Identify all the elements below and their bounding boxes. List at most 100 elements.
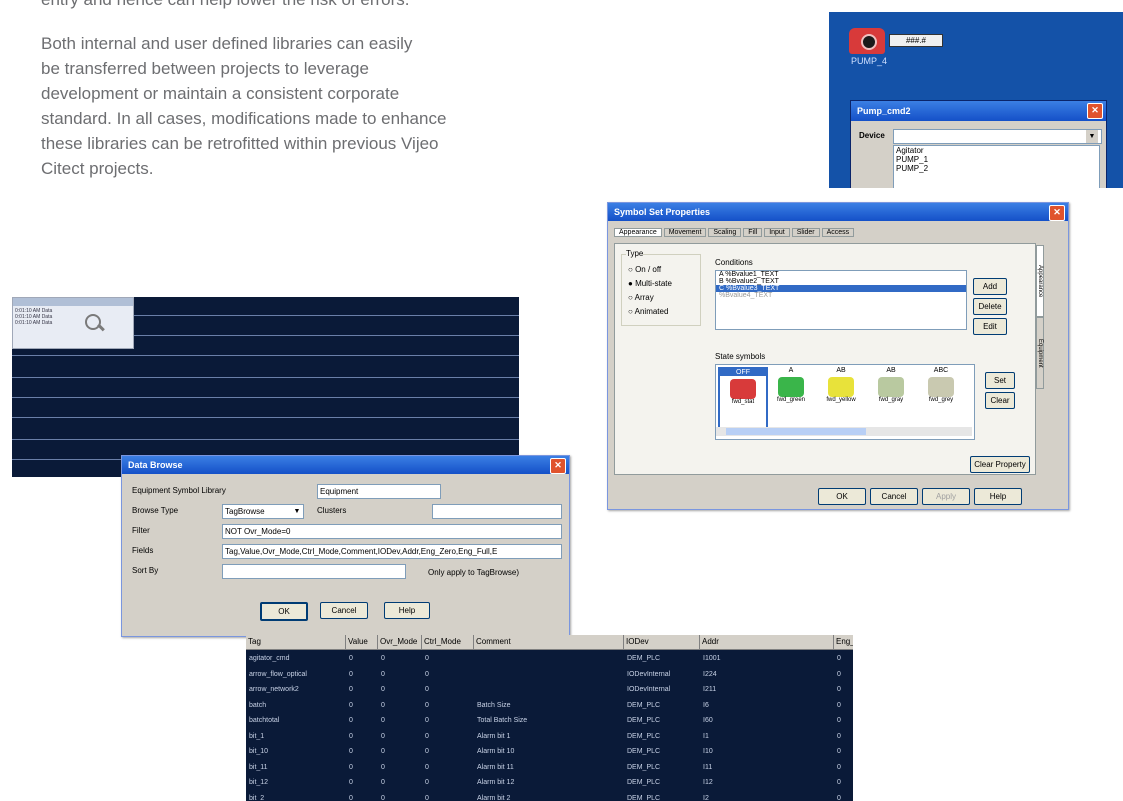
table-row[interactable]: batch 0 0 0 Batch Size DEM_PLC I6 0	[246, 700, 853, 714]
table-row[interactable]: bit_1 0 0 0 Alarm bit 1 DEM_PLC I1 0	[246, 731, 853, 745]
close-icon[interactable]: ✕	[550, 458, 566, 474]
clear-property-button[interactable]: Clear Property	[970, 456, 1030, 473]
clusters-field[interactable]	[432, 504, 562, 519]
filter-field[interactable]: NOT Ovr_Mode=0	[222, 524, 562, 539]
list-item[interactable]: C %Bvalue3_TEXT	[716, 285, 966, 292]
add-button[interactable]: Add	[973, 278, 1007, 295]
cancel-button[interactable]: Cancel	[870, 488, 918, 505]
apply-button[interactable]: Apply	[922, 488, 970, 505]
tab-slider[interactable]: Slider	[791, 228, 820, 237]
vtab-appearance[interactable]: Appearance	[1036, 245, 1044, 317]
table-cell: IODevInternal	[627, 670, 671, 678]
table-cell: 0	[349, 748, 353, 755]
pump-dialog-title: Pump_cmd2 ✕	[851, 101, 1106, 121]
list-item[interactable]: A %Bvalue1_TEXT	[716, 271, 966, 278]
table-cell: 0	[349, 701, 353, 709]
tab-appearance[interactable]: Appearance	[614, 228, 662, 237]
chevron-down-icon[interactable]: ▼	[1086, 130, 1098, 143]
state-cell[interactable]: ABC fwd_grey	[918, 367, 964, 425]
column-header[interactable]: Ovr_Mode	[378, 635, 422, 649]
state-caption: fwd_green	[776, 397, 806, 403]
column-header[interactable]: Ctrl_Mode	[422, 635, 474, 649]
chevron-down-icon[interactable]: ▼	[292, 505, 302, 518]
table-cell: I211	[703, 686, 717, 693]
table-row[interactable]: bit_2 0 0 0 Alarm bit 2 DEM_PLC I2 0	[246, 793, 853, 801]
table-cell: Alarm bit 2	[477, 794, 511, 801]
table-row[interactable]: bit_11 0 0 0 Alarm bit 11 DEM_PLC I11 0	[246, 762, 853, 776]
list-item[interactable]: B %Bvalue2_TEXT	[716, 278, 966, 285]
column-header[interactable]: Value	[346, 635, 378, 649]
set-button[interactable]: Set	[985, 372, 1015, 389]
tab-input[interactable]: Input	[764, 228, 790, 237]
ok-button[interactable]: OK	[260, 602, 308, 621]
table-cell: 0	[425, 701, 429, 709]
state-cell[interactable]: A fwd_green	[768, 367, 814, 425]
tab-fill[interactable]: Fill	[743, 228, 763, 237]
sort-by-field[interactable]	[222, 564, 406, 579]
table-cell: I1	[703, 732, 709, 740]
table-cell: I60	[703, 717, 713, 724]
column-header[interactable]: Comment	[474, 635, 624, 649]
close-icon[interactable]: ✕	[1049, 205, 1065, 221]
device-list[interactable]: Agitator PUMP_1 PUMP_2	[893, 145, 1100, 188]
list-item[interactable]: Agitator	[894, 146, 1099, 155]
table-row[interactable]: bit_10 0 0 0 Alarm bit 10 DEM_PLC I10 0	[246, 746, 853, 760]
paragraph-line: be transferred between projects to lever…	[41, 59, 369, 78]
help-button[interactable]: Help	[384, 602, 430, 619]
radio-on-off[interactable]: ○ On / off	[628, 265, 661, 274]
close-icon[interactable]: ✕	[1087, 103, 1103, 119]
table-cell: 0	[837, 717, 841, 724]
radio-animated[interactable]: ○ Animated	[628, 307, 668, 316]
table-row[interactable]: arrow_network2 0 0 0 IODevInternal I211 0	[246, 684, 853, 698]
horizontal-scrollbar[interactable]	[716, 427, 972, 436]
state-cell[interactable]: AB fwd_gray	[868, 367, 914, 425]
table-cell: agitator_cmd	[249, 655, 290, 662]
table-cell: 0	[837, 794, 841, 801]
fields-field[interactable]: Tag,Value,Ovr_Mode,Ctrl_Mode,Comment,IOD…	[222, 544, 562, 559]
table-cell: 0	[349, 655, 353, 662]
table-cell: DEM_PLC	[627, 763, 661, 771]
table-cell: I1001	[703, 655, 721, 662]
table-cell: 0	[381, 670, 385, 678]
list-item[interactable]: PUMP_1	[894, 155, 1099, 164]
table-row[interactable]: batchtotal 0 0 0 Total Batch Size DEM_PLC I60 0	[246, 715, 853, 729]
list-item[interactable]: %Bvalue4_TEXT	[716, 292, 966, 299]
state-cell[interactable]: AB fwd_yellow	[818, 367, 864, 425]
table-cell: 0	[425, 670, 429, 678]
edit-button[interactable]: Edit	[973, 318, 1007, 335]
table-row[interactable]: bit_12 0 0 0 Alarm bit 12 DEM_PLC I12 0	[246, 777, 853, 791]
device-select[interactable]	[893, 129, 1102, 144]
cancel-button[interactable]: Cancel	[320, 602, 368, 619]
table-row[interactable]: agitator_cmd 0 0 0 DEM_PLC I1001 0	[246, 653, 853, 667]
table-row[interactable]: arrow_flow_optical 0 0 0 IODevInternal I224 0	[246, 669, 853, 683]
table-cell: Alarm bit 1	[477, 732, 511, 740]
table-cell: 0	[349, 717, 353, 724]
table-cell: bit_2	[249, 794, 265, 801]
delete-button[interactable]: Delete	[973, 298, 1007, 315]
column-header[interactable]: IODev	[624, 635, 700, 649]
mini-cell: 0:01:10 AM Data	[15, 320, 53, 326]
tab-scaling[interactable]: Scaling	[708, 228, 742, 237]
state-header: AB	[836, 367, 846, 374]
column-header[interactable]: Addr	[700, 635, 834, 649]
pump-dialog-title-text: Pump_cmd2	[857, 106, 911, 116]
clusters-label: Clusters	[317, 506, 347, 515]
table-cell: Alarm bit 12	[477, 779, 515, 786]
paragraph-line: development or maintain a consistent cor…	[41, 84, 400, 103]
tab-movement[interactable]: Movement	[663, 228, 707, 237]
vtab-equipment[interactable]: Equipment	[1036, 317, 1044, 389]
equipment-library-field[interactable]: Equipment	[317, 484, 441, 499]
conditions-list[interactable]: A %Bvalue1_TEXT B %Bvalue2_TEXT C %Bvalu…	[715, 270, 967, 330]
help-button[interactable]: Help	[974, 488, 1022, 505]
radio-multi-state[interactable]: ● Multi-state	[628, 279, 672, 288]
table-cell: I12	[703, 779, 713, 786]
column-header[interactable]: Eng_Zero	[834, 635, 853, 649]
ok-button[interactable]: OK	[818, 488, 866, 505]
radio-array[interactable]: ○ Array	[628, 293, 654, 302]
table-cell: 0	[381, 701, 385, 709]
state-cell[interactable]: OFF fwd_stat	[718, 367, 768, 429]
clear-button[interactable]: Clear	[985, 392, 1015, 409]
list-item[interactable]: PUMP_2	[894, 164, 1099, 173]
tab-access[interactable]: Access	[821, 228, 855, 237]
column-header[interactable]: Tag	[246, 635, 346, 649]
